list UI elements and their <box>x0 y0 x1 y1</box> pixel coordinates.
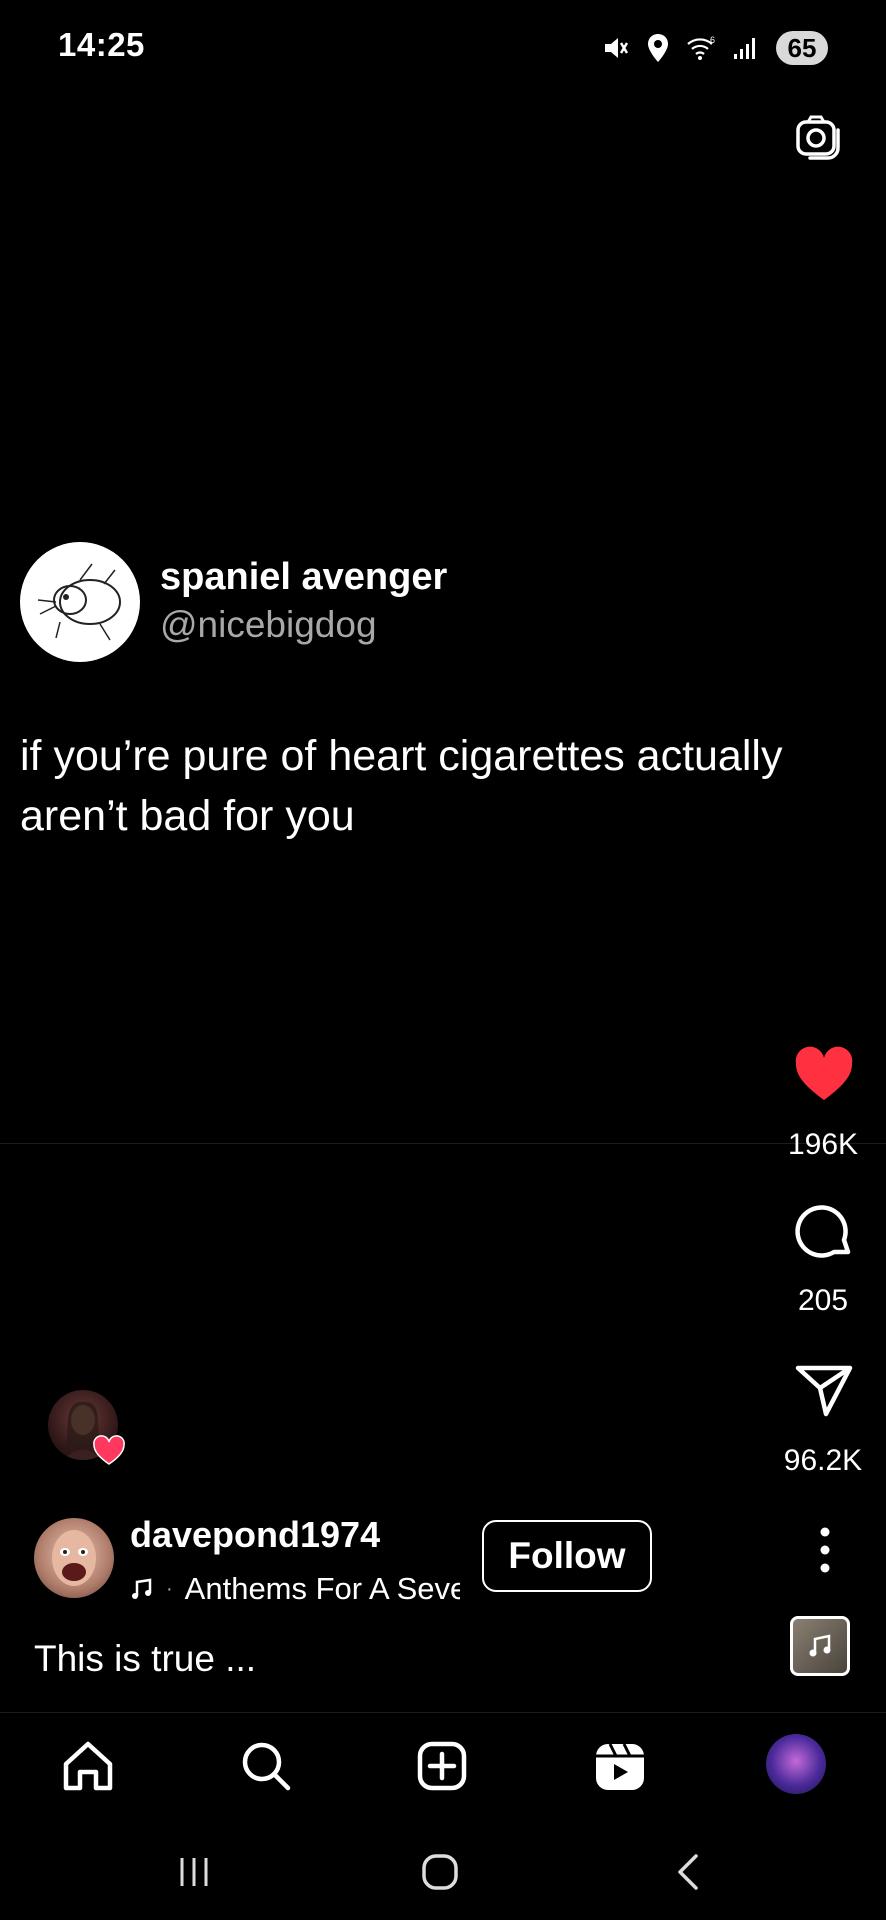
comment-icon[interactable] <box>792 1200 856 1264</box>
home-icon[interactable] <box>58 1736 118 1796</box>
create-icon[interactable] <box>412 1736 472 1796</box>
tweet-author-name: spaniel avenger <box>160 556 448 598</box>
wifi-icon: 6 <box>687 35 715 60</box>
camera-icon[interactable] <box>794 112 846 164</box>
liked-heart-icon <box>93 1435 125 1465</box>
battery-indicator: 65 <box>776 31 828 65</box>
recents-icon[interactable] <box>168 1846 220 1898</box>
author-username[interactable]: davepond1974 <box>130 1514 380 1556</box>
heart-icon[interactable] <box>792 1044 856 1108</box>
home-button-icon[interactable] <box>414 1846 466 1898</box>
mute-icon <box>605 38 629 58</box>
back-icon[interactable] <box>664 1846 716 1898</box>
svg-text:6: 6 <box>710 35 715 45</box>
like-count: 196K <box>787 1128 859 1161</box>
location-icon <box>648 34 668 62</box>
share-count: 96.2K <box>783 1444 863 1477</box>
comment-count: 205 <box>797 1284 849 1317</box>
signal-icon <box>734 38 755 59</box>
profile-avatar[interactable] <box>766 1734 826 1794</box>
status-icons: 6 65 <box>602 28 828 68</box>
tweet-author-handle: @nicebigdog <box>160 604 377 645</box>
music-note-icon <box>809 1634 831 1657</box>
nav-divider <box>0 1712 886 1713</box>
tweet-text: if you’re pure of heart cigarettes actua… <box>20 732 783 840</box>
post-caption[interactable]: This is true ... <box>34 1638 256 1680</box>
more-options-icon[interactable] <box>800 1522 850 1578</box>
follow-button[interactable]: Follow <box>482 1520 652 1592</box>
divider <box>0 1143 886 1144</box>
audio-title: Anthems For A Seventeen Year-Old Girl <box>184 1571 460 1606</box>
reels-icon[interactable] <box>590 1736 650 1796</box>
music-note-icon <box>132 1578 152 1599</box>
tweet-avatar <box>20 542 140 662</box>
author-avatar[interactable] <box>34 1518 114 1598</box>
audio-track[interactable]: · Anthems For A Seventeen Year-Old Girl <box>130 1568 460 1610</box>
search-icon[interactable] <box>236 1736 296 1796</box>
share-icon[interactable] <box>792 1358 856 1422</box>
status-time: 14:25 <box>58 26 145 63</box>
audio-separator: · <box>166 1577 173 1600</box>
audio-thumbnail[interactable] <box>790 1616 850 1676</box>
